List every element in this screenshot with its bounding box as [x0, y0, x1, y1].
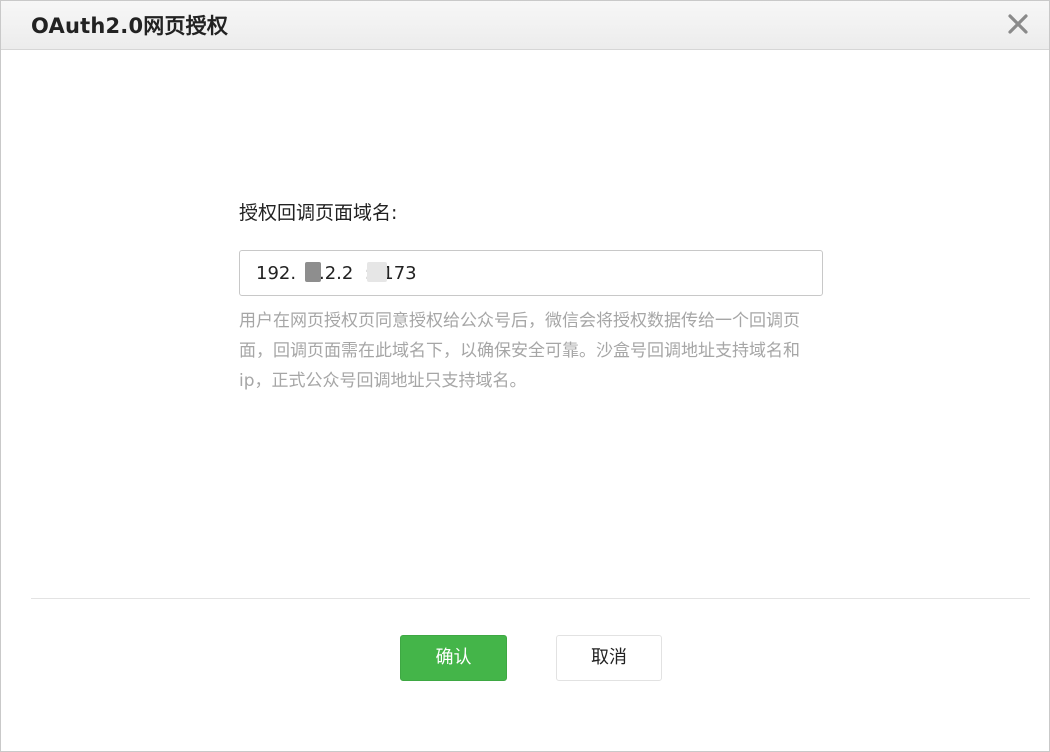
dialog-title: OAuth2.0网页授权: [31, 14, 229, 38]
footer-divider: [31, 598, 1030, 599]
oauth-dialog: OAuth2.0网页授权 授权回调页面域名: 用户在网页授权页同意授权给公众号后…: [0, 0, 1050, 752]
confirm-button[interactable]: 确认: [400, 635, 507, 681]
redacted-mask: [367, 262, 387, 282]
callback-domain-label: 授权回调页面域名:: [239, 202, 398, 224]
callback-domain-tip: 用户在网页授权页同意授权给公众号后，微信会将授权数据传给一个回调页面，回调页面需…: [239, 311, 800, 391]
dialog-titlebar: OAuth2.0网页授权: [1, 1, 1049, 50]
cancel-button[interactable]: 取消: [556, 635, 662, 681]
redacted-mask: [305, 262, 321, 282]
close-icon[interactable]: [1005, 11, 1031, 37]
dialog-body: 授权回调页面域名: 用户在网页授权页同意授权给公众号后，微信会将授权数据传给一个…: [1, 50, 1049, 598]
callback-domain-input[interactable]: [239, 250, 823, 296]
